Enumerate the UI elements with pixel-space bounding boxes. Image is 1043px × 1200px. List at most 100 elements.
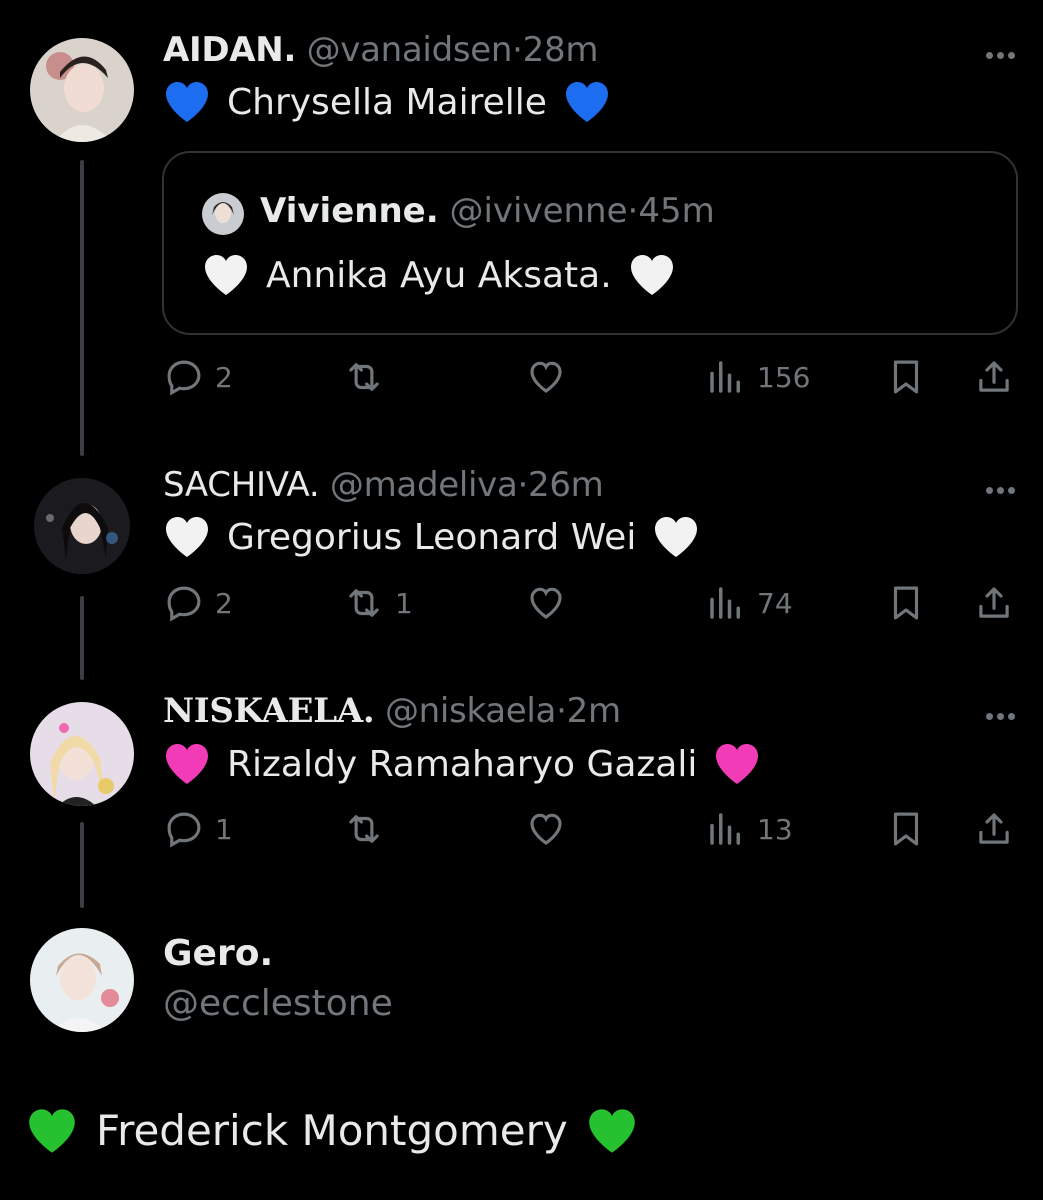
tweet-text: Chrysella Mairelle <box>163 80 611 124</box>
view-count: 13 <box>757 812 793 846</box>
avatar-niskaela[interactable] <box>30 702 134 806</box>
reply-icon <box>163 356 205 398</box>
bookmark-button[interactable] <box>885 808 927 850</box>
tweet-actions: 1 13 <box>163 808 1023 856</box>
views-button[interactable]: 156 <box>705 356 810 398</box>
more-options-icon[interactable] <box>982 479 1015 498</box>
display-name: Gero. <box>163 933 274 974</box>
like-button[interactable] <box>525 582 567 624</box>
heart-outline-icon <box>525 356 567 398</box>
white-heart-icon <box>652 515 700 559</box>
repost-button[interactable] <box>343 808 395 850</box>
thread-line <box>80 822 84 908</box>
tweet-header: SACHIVA. @madeliva·26m <box>163 465 604 505</box>
bookmark-icon <box>885 808 927 850</box>
share-button[interactable] <box>973 356 1015 398</box>
main-display-name[interactable]: Gero. <box>163 933 273 974</box>
handle[interactable]: @madeliva <box>330 465 518 505</box>
handle[interactable]: @vanaidsen <box>307 30 513 70</box>
avatar-aidan[interactable] <box>30 38 134 142</box>
share-icon <box>973 356 1015 398</box>
separator: · <box>517 465 529 505</box>
main-handle[interactable]: @ecclestone <box>163 983 393 1024</box>
display-name[interactable]: AIDAN. <box>163 30 296 70</box>
more-options-icon[interactable] <box>982 44 1015 63</box>
view-count: 156 <box>757 360 811 394</box>
reply-icon <box>163 808 205 850</box>
tweet-actions: 2 156 <box>163 356 1023 404</box>
like-button[interactable] <box>525 356 567 398</box>
white-heart-icon <box>628 253 676 297</box>
green-heart-icon <box>586 1107 638 1155</box>
share-button[interactable] <box>973 582 1015 624</box>
share-icon <box>973 808 1015 850</box>
avatar-gero[interactable] <box>30 928 134 1032</box>
quote-handle: @ivivenne <box>449 191 628 231</box>
bar-chart-icon <box>705 356 747 398</box>
tweet-text-content: Gregorius Leonard Wei <box>227 516 637 558</box>
reply-button[interactable]: 2 <box>163 582 233 624</box>
bookmark-icon <box>885 356 927 398</box>
tweet-text-content: Rizaldy Ramaharyo Gazali <box>227 743 698 785</box>
reply-button[interactable]: 1 <box>163 808 233 850</box>
tweet-actions: 2 1 74 <box>163 582 1023 630</box>
bookmark-button[interactable] <box>885 356 927 398</box>
main-tweet-text-content: Frederick Montgomery <box>96 1106 568 1155</box>
share-icon <box>973 582 1015 624</box>
repost-icon <box>343 356 385 398</box>
like-button[interactable] <box>525 808 567 850</box>
view-count: 74 <box>757 586 793 620</box>
more-options-icon[interactable] <box>982 705 1015 724</box>
reply-count: 1 <box>215 812 233 846</box>
reply-count: 2 <box>215 360 233 394</box>
tweet-text: Gregorius Leonard Wei <box>163 515 700 559</box>
separator: · <box>512 30 523 70</box>
repost-icon <box>343 582 385 624</box>
repost-button[interactable] <box>343 356 395 398</box>
timestamp[interactable]: 26m <box>528 465 604 505</box>
quote-timestamp: 45m <box>638 191 715 231</box>
tweet-text-content: Chrysella Mairelle <box>227 81 547 123</box>
quote-display-name: Vivienne. <box>260 191 439 231</box>
quoted-tweet[interactable]: Vivienne. @ivivenne·45m Annika Ayu Aksat… <box>162 151 1018 335</box>
reply-count: 2 <box>215 586 233 620</box>
pink-heart-icon <box>713 742 761 786</box>
share-button[interactable] <box>973 808 1015 850</box>
main-tweet-text: Frederick Montgomery <box>26 1106 638 1155</box>
heart-outline-icon <box>525 582 567 624</box>
reply-icon <box>163 582 205 624</box>
repost-button[interactable]: 1 <box>343 582 413 624</box>
tweet-header: AIDAN. @vanaidsen·28m <box>163 30 598 70</box>
timestamp[interactable]: 28m <box>523 30 599 70</box>
views-button[interactable]: 13 <box>705 808 793 850</box>
reply-button[interactable]: 2 <box>163 356 233 398</box>
tweet-text: Rizaldy Ramaharyo Gazali <box>163 742 761 786</box>
separator: · <box>627 191 639 231</box>
pink-heart-icon <box>163 742 211 786</box>
timestamp[interactable]: 2m <box>567 691 621 731</box>
quote-header: Vivienne. @ivivenne·45m <box>260 191 715 231</box>
tweet-header: NISKAELA. @niskaela·2m <box>163 691 621 731</box>
quote-text: Annika Ayu Aksata. <box>202 253 676 297</box>
bar-chart-icon <box>705 582 747 624</box>
green-heart-icon <box>26 1107 78 1155</box>
blue-heart-icon <box>163 80 211 124</box>
heart-outline-icon <box>525 808 567 850</box>
blue-heart-icon <box>563 80 611 124</box>
avatar-sachiva[interactable] <box>34 478 130 574</box>
quote-text-content: Annika Ayu Aksata. <box>266 254 612 296</box>
display-name[interactable]: NISKAELA. <box>163 691 375 731</box>
views-button[interactable]: 74 <box>705 582 793 624</box>
thread-line <box>80 596 84 680</box>
quote-avatar <box>202 193 244 235</box>
handle[interactable]: @niskaela <box>385 691 556 731</box>
bookmark-button[interactable] <box>885 582 927 624</box>
repost-count: 1 <box>395 586 413 620</box>
repost-icon <box>343 808 385 850</box>
bar-chart-icon <box>705 808 747 850</box>
white-heart-icon <box>202 253 250 297</box>
display-name[interactable]: SACHIVA. <box>163 465 320 505</box>
white-heart-icon <box>163 515 211 559</box>
bookmark-icon <box>885 582 927 624</box>
thread-line <box>80 160 84 456</box>
